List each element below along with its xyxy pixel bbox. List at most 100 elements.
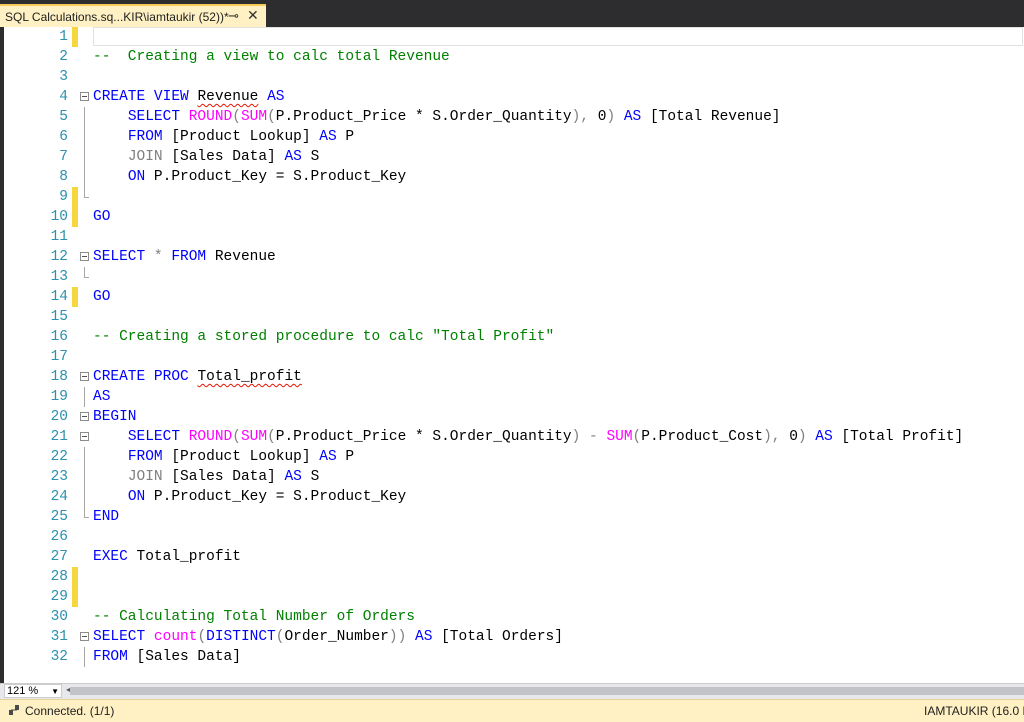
code-text: FROM [Sales Data] (93, 649, 241, 665)
code-line[interactable]: 9 (4, 187, 1024, 207)
outline-guide (84, 647, 85, 667)
collapse-icon[interactable] (80, 632, 89, 641)
code-text: CREATE PROC Total_profit (93, 369, 302, 385)
code-line[interactable]: 26 (4, 527, 1024, 547)
code-text: AS (93, 389, 111, 405)
code-line[interactable]: 13 (4, 267, 1024, 287)
code-line[interactable]: 10 GO (4, 207, 1024, 227)
code-text: JOIN [Sales Data] AS S (127, 149, 320, 165)
server-name: IAMTAUKIR (16.0 RTM) (924, 704, 1024, 718)
code-text: CREATE VIEW Revenue AS (93, 89, 285, 105)
line-number: 30 (50, 609, 68, 625)
status-bar: Connected. (1/1) IAMTAUKIR (16.0 RTM) (0, 699, 1024, 722)
line-number: 25 (50, 509, 68, 525)
code-text: GO (93, 209, 111, 225)
code-line[interactable]: 16 -- Creating a stored procedure to cal… (4, 327, 1024, 347)
collapse-icon[interactable] (80, 252, 89, 261)
code-text: SELECT ROUND(SUM(P.Product_Price * S.Ord… (127, 109, 781, 125)
sql-editor[interactable]: 1 2 -- Creating a view to calc total Rev… (4, 27, 1024, 683)
outline-guide (84, 487, 85, 507)
code-line[interactable]: 32 FROM [Sales Data] (4, 647, 1024, 667)
line-number: 24 (50, 489, 68, 505)
outline-guide (84, 387, 85, 407)
collapse-icon[interactable] (80, 432, 89, 441)
line-number: 1 (59, 29, 68, 45)
code-line[interactable]: 6 FROM [Product Lookup] AS P (4, 127, 1024, 147)
outline-guide (84, 167, 85, 187)
zoom-value: 121 % (7, 685, 39, 697)
collapse-icon[interactable] (80, 92, 89, 101)
current-line-highlight (93, 27, 1023, 46)
code-line[interactable]: 3 (4, 67, 1024, 87)
code-line[interactable]: 28 (4, 567, 1024, 587)
code-line[interactable]: 17 (4, 347, 1024, 367)
line-number: 31 (50, 629, 68, 645)
close-icon[interactable]: ✕ (247, 7, 259, 24)
line-number: 28 (50, 569, 68, 585)
change-marker (72, 287, 78, 307)
line-number: 26 (50, 529, 68, 545)
line-number: 15 (50, 309, 68, 325)
horizontal-scrollbar[interactable] (70, 687, 1024, 695)
outline-guide (84, 447, 85, 467)
collapse-icon[interactable] (80, 412, 89, 421)
line-number: 14 (50, 289, 68, 305)
code-line[interactable]: 14 GO (4, 287, 1024, 307)
outline-guide (84, 187, 89, 198)
code-line[interactable]: 27 EXEC Total_profit (4, 547, 1024, 567)
change-marker (72, 207, 78, 227)
code-text: FROM [Product Lookup] AS P (127, 449, 355, 465)
document-tab-strip: SQL Calculations.sq...KIR\iamtaukir (52)… (0, 0, 1024, 27)
line-number: 18 (50, 369, 68, 385)
code-text: SELECT count(DISTINCT(Order_Number)) AS … (93, 629, 563, 645)
collapse-icon[interactable] (80, 372, 89, 381)
code-text: GO (93, 289, 111, 305)
code-line[interactable]: 18 CREATE PROC Total_profit (4, 367, 1024, 387)
code-line[interactable]: 23 JOIN [Sales Data] AS S (4, 467, 1024, 487)
change-marker (72, 587, 78, 607)
code-line[interactable]: 12 SELECT * FROM Revenue (4, 247, 1024, 267)
tab-title: SQL Calculations.sq...KIR\iamtaukir (52)… (5, 9, 229, 24)
code-text: JOIN [Sales Data] AS S (127, 469, 320, 485)
line-number: 5 (59, 109, 68, 125)
code-line[interactable]: 31 SELECT count(DISTINCT(Order_Number)) … (4, 627, 1024, 647)
code-line[interactable]: 7 JOIN [Sales Data] AS S (4, 147, 1024, 167)
line-number: 10 (50, 209, 68, 225)
line-number: 11 (50, 229, 68, 245)
outline-guide (84, 147, 85, 167)
code-line[interactable]: 20 BEGIN (4, 407, 1024, 427)
code-line[interactable]: 15 (4, 307, 1024, 327)
line-number: 2 (59, 49, 68, 65)
code-text: SELECT * FROM Revenue (93, 249, 276, 265)
pin-icon[interactable]: ⊸ (228, 8, 239, 24)
code-text: EXEC Total_profit (93, 549, 241, 565)
code-line[interactable]: 4 CREATE VIEW Revenue AS (4, 87, 1024, 107)
code-line[interactable]: 8 ON P.Product_Key = S.Product_Key (4, 167, 1024, 187)
code-line[interactable]: 19 AS (4, 387, 1024, 407)
code-line[interactable]: 11 (4, 227, 1024, 247)
code-line[interactable]: 21 SELECT ROUND(SUM(P.Product_Price * S.… (4, 427, 1024, 447)
editor-bottom-bar: 121 % ▼ ◀ (0, 683, 1024, 699)
line-number: 6 (59, 129, 68, 145)
line-number: 16 (50, 329, 68, 345)
code-text: ON P.Product_Key = S.Product_Key (127, 489, 407, 505)
code-text: FROM [Product Lookup] AS P (127, 129, 355, 145)
code-line[interactable]: 1 (4, 27, 1024, 47)
code-line[interactable]: 29 (4, 587, 1024, 607)
chevron-down-icon: ▼ (51, 687, 59, 696)
code-text: END (93, 509, 120, 525)
code-line[interactable]: 22 FROM [Product Lookup] AS P (4, 447, 1024, 467)
code-line[interactable]: 5 SELECT ROUND(SUM(P.Product_Price * S.O… (4, 107, 1024, 127)
code-line[interactable]: 24 ON P.Product_Key = S.Product_Key (4, 487, 1024, 507)
code-text: -- Creating a stored procedure to calc "… (93, 329, 555, 345)
line-number: 23 (50, 469, 68, 485)
line-number: 27 (50, 549, 68, 565)
code-line[interactable]: 30 -- Calculating Total Number of Orders (4, 607, 1024, 627)
connection-status: Connected. (1/1) (25, 704, 115, 718)
outline-guide (84, 107, 85, 127)
code-line[interactable]: 2 -- Creating a view to calc total Reven… (4, 47, 1024, 67)
document-tab[interactable]: SQL Calculations.sq...KIR\iamtaukir (52)… (0, 4, 266, 27)
code-line[interactable]: 25 END (4, 507, 1024, 527)
outline-guide (84, 127, 85, 147)
zoom-select[interactable]: 121 % ▼ (4, 684, 62, 698)
